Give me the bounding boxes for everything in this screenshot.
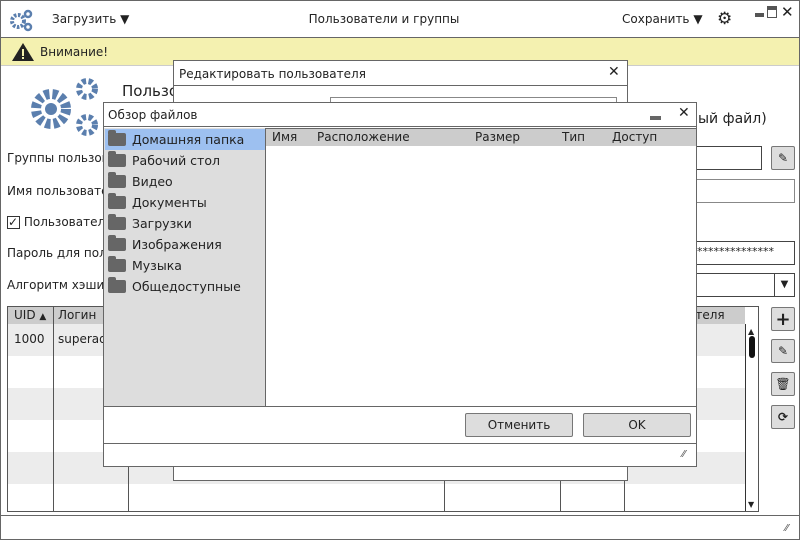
user-checkbox[interactable]: ✓ Пользовател xyxy=(7,215,105,229)
place-label: Загрузки xyxy=(132,216,192,231)
top-bar: Загрузить ▼ Пользователи и группы Сохран… xyxy=(1,1,799,38)
ok-button[interactable]: OK xyxy=(583,413,691,437)
edit-dialog-title: Редактировать пользователя xyxy=(179,67,366,81)
heading-right: ый файл) xyxy=(698,111,767,127)
trash-icon: 🗑 xyxy=(775,377,791,391)
warning-text: Внимание! xyxy=(40,45,109,59)
place-item[interactable]: Музыка xyxy=(105,255,265,276)
page-heading: Пользо xyxy=(122,82,179,100)
folder-icon xyxy=(108,214,126,230)
folder-icon xyxy=(108,235,126,251)
col-uid-label: UID xyxy=(14,308,36,322)
divider xyxy=(104,406,696,407)
close-icon[interactable]: ✕ xyxy=(781,3,794,21)
folder-icon xyxy=(108,172,126,188)
scroll-thumb[interactable] xyxy=(749,336,755,358)
place-label: Домашняя папка xyxy=(132,132,245,147)
checkbox-checked-icon: ✓ xyxy=(7,215,20,229)
place-item[interactable]: Загрузки xyxy=(105,213,265,234)
folder-icon xyxy=(108,130,126,146)
maximize-icon[interactable] xyxy=(767,6,777,18)
checkbox-label: Пользовател xyxy=(23,215,106,229)
folder-icon xyxy=(108,193,126,209)
col-access[interactable]: Доступ xyxy=(612,130,657,144)
file-list-header: Имя Расположение Размер Тип Доступ xyxy=(266,129,696,146)
place-item[interactable]: Видео xyxy=(105,171,265,192)
cancel-button[interactable]: Отменить xyxy=(465,413,573,437)
close-icon[interactable]: ✕ xyxy=(678,105,690,121)
minimize-icon[interactable] xyxy=(755,13,764,17)
col-size[interactable]: Размер xyxy=(475,130,520,144)
col-type[interactable]: Тип xyxy=(562,130,585,144)
edit-groups-button[interactable]: ✎ xyxy=(771,146,795,170)
chevron-down-icon[interactable]: ▼ xyxy=(774,274,794,296)
save-menu[interactable]: Сохранить ▼ xyxy=(622,12,703,26)
folder-icon xyxy=(108,277,126,293)
scroll-up-icon[interactable]: ▲ xyxy=(748,327,754,336)
cell-login: superad xyxy=(58,332,107,346)
place-item[interactable]: Изображения xyxy=(105,234,265,255)
place-label: Общедоступные xyxy=(132,279,241,294)
save-label: Сохранить xyxy=(622,12,690,26)
scrollbar[interactable]: ▲ ▼ xyxy=(745,324,758,511)
settings-gears-icon xyxy=(31,78,98,136)
file-browser-dialog: Обзор файлов ✕ Домашняя папка Рабочий сто… xyxy=(103,102,697,467)
file-dialog-titlebar: Обзор файлов ✕ xyxy=(104,103,696,127)
scroll-down-icon[interactable]: ▼ xyxy=(748,500,754,509)
folder-icon xyxy=(108,256,126,272)
refresh-icon: ⟳ xyxy=(777,410,789,424)
warning-icon xyxy=(12,43,34,61)
file-dialog-title: Обзор файлов xyxy=(108,108,198,122)
cell-uid: 1000 xyxy=(14,332,45,346)
places-sidebar: Домашняя папка Рабочий стол Видео Документы… xyxy=(104,128,266,407)
place-label: Изображения xyxy=(132,237,222,252)
minimize-icon[interactable] xyxy=(650,116,661,120)
sort-asc-icon: ▲ xyxy=(39,312,47,322)
place-item[interactable]: Домашняя папка xyxy=(105,129,265,150)
close-icon[interactable]: ✕ xyxy=(608,64,620,80)
username-label: Имя пользовател xyxy=(7,184,117,198)
refresh-button[interactable]: ⟳ xyxy=(771,405,795,429)
add-user-button[interactable]: + xyxy=(771,307,795,331)
edit-dialog-titlebar: Редактировать пользователя ✕ xyxy=(174,61,627,86)
delete-user-button[interactable]: 🗑 xyxy=(771,372,795,396)
col-login[interactable]: Логин xyxy=(58,308,96,322)
divider xyxy=(104,443,696,444)
resize-grip-icon[interactable]: ⁄⁄ xyxy=(682,449,685,460)
file-list: Имя Расположение Размер Тип Доступ xyxy=(266,128,696,407)
password-label: Пароль для поль xyxy=(7,246,114,260)
plus-icon: + xyxy=(775,308,791,330)
folder-icon xyxy=(108,151,126,167)
place-label: Документы xyxy=(132,195,207,210)
column-divider xyxy=(53,307,54,511)
gear-icon[interactable]: ⚙ xyxy=(717,9,732,29)
place-item[interactable]: Общедоступные xyxy=(105,276,265,297)
edit-icon: ✎ xyxy=(777,344,789,358)
edit-user-button[interactable]: ✎ xyxy=(771,339,795,363)
place-label: Рабочий стол xyxy=(132,153,220,168)
place-label: Видео xyxy=(132,174,173,189)
place-label: Музыка xyxy=(132,258,182,273)
edit-icon: ✎ xyxy=(777,151,789,165)
chevron-down-icon: ▼ xyxy=(693,12,703,26)
groups-label: Группы пользова xyxy=(7,151,117,165)
col-name[interactable]: Имя xyxy=(272,130,297,144)
col-location[interactable]: Расположение xyxy=(317,130,410,144)
col-uid[interactable]: UID ▲ xyxy=(14,308,46,322)
resize-grip-icon[interactable]: ⁄⁄ xyxy=(785,523,788,534)
place-item[interactable]: Рабочий стол xyxy=(105,150,265,171)
place-item[interactable]: Документы xyxy=(105,192,265,213)
status-divider xyxy=(1,515,799,516)
